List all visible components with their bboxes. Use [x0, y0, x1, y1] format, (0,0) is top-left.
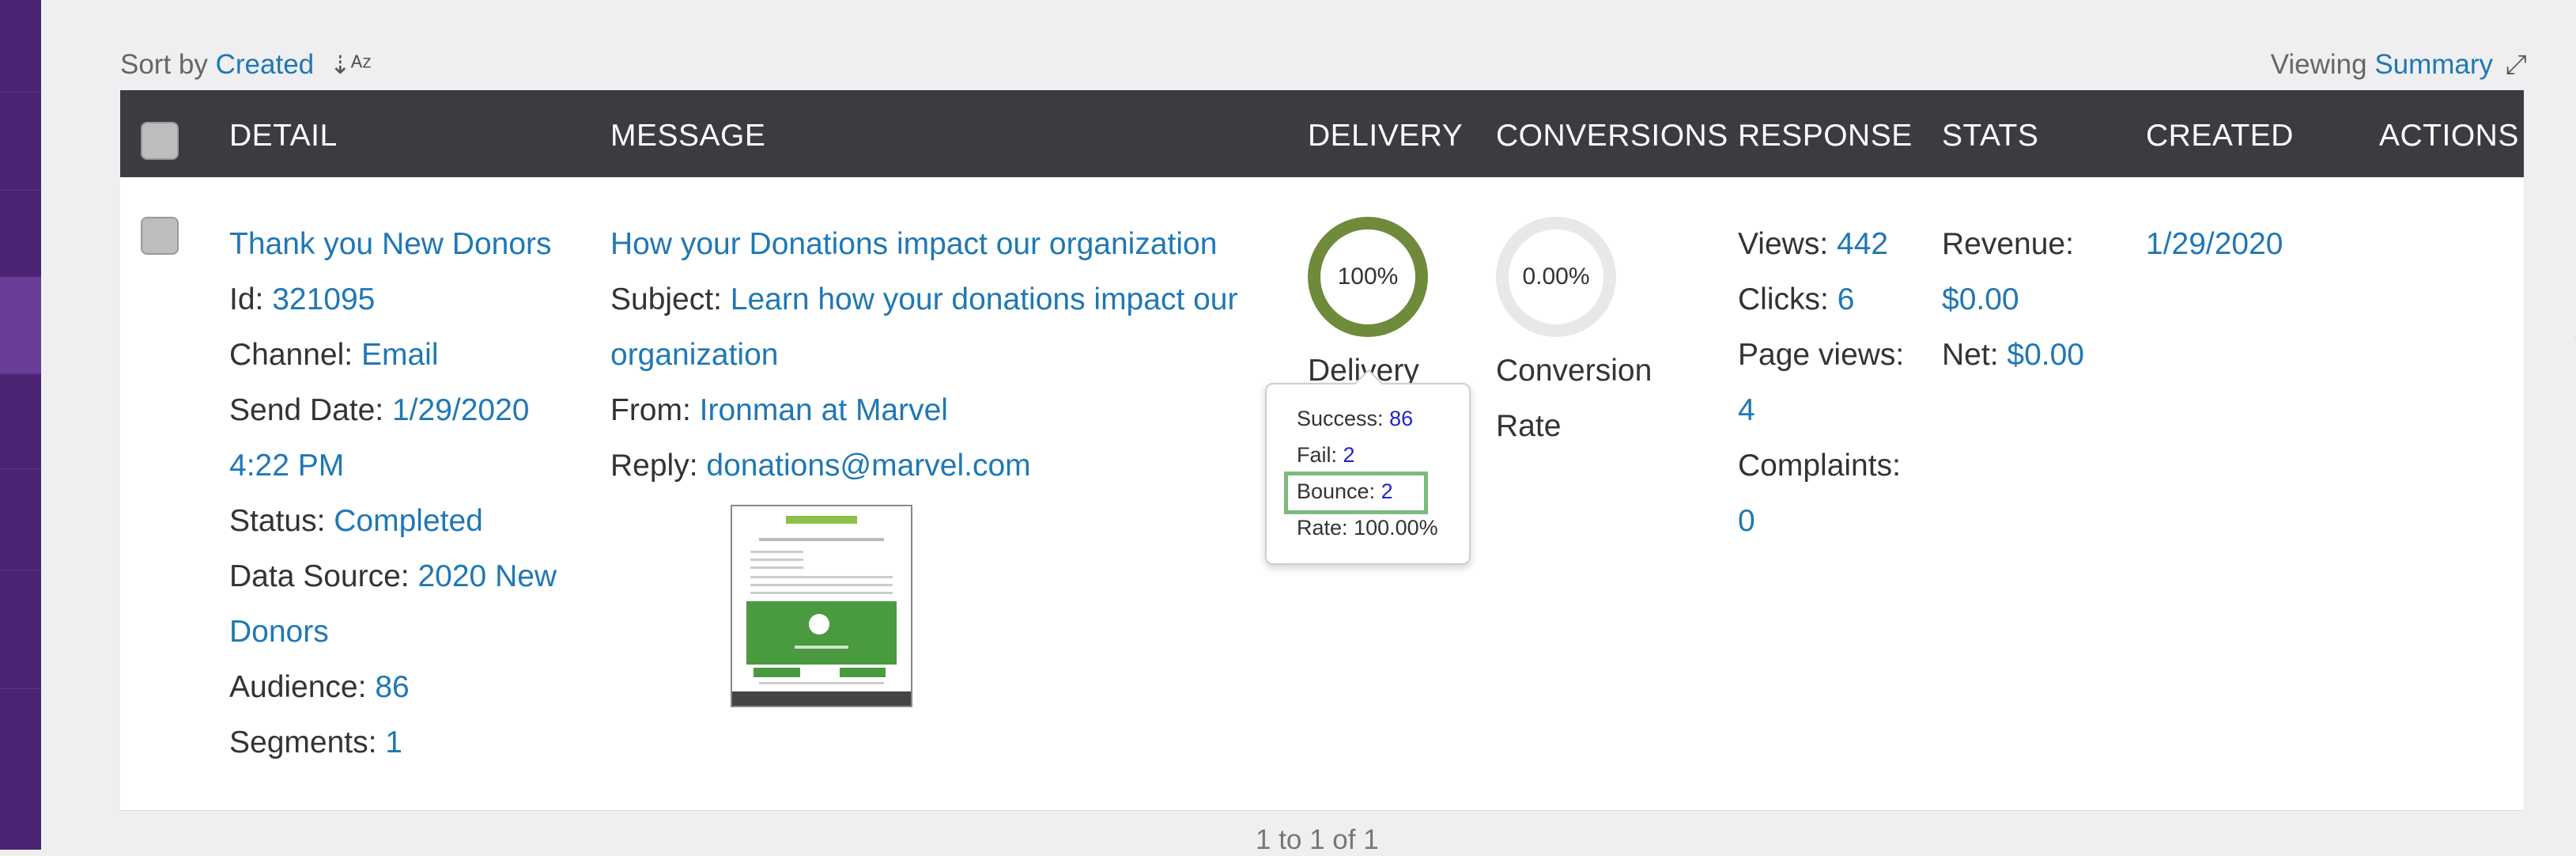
- conversion-caption: Conversion Rate: [1496, 343, 1652, 454]
- response-cell: Views: 442 Clicks: 6 Page views: 4 Compl…: [1738, 217, 1904, 549]
- status-value[interactable]: Completed: [334, 504, 483, 538]
- message-cell: How your Donations impact our organizati…: [610, 217, 1237, 494]
- send-date-value[interactable]: 1/29/2020: [392, 393, 530, 427]
- complaints-label: Complaints:: [1738, 449, 1901, 483]
- column-header-response[interactable]: RESPONSE: [1738, 119, 1913, 153]
- revenue-label: Revenue:: [1942, 227, 2074, 261]
- segments-label: Segments:: [229, 725, 377, 759]
- reply-value[interactable]: donations@marvel.com: [706, 449, 1030, 483]
- nav-item[interactable]: [0, 92, 41, 191]
- pagination-summary: 1 to 1 of 1: [1256, 824, 1379, 855]
- segments-value[interactable]: 1: [385, 725, 402, 759]
- detail-cell: Thank you New Donors Id: 321095 Channel:…: [229, 217, 557, 771]
- tooltip-fail: Fail: 2: [1297, 443, 1355, 467]
- column-header-message[interactable]: MESSAGE: [610, 119, 765, 153]
- audience-value[interactable]: 86: [375, 670, 409, 704]
- created-date-link[interactable]: 1/29/2020: [2146, 217, 2283, 272]
- data-source-value[interactable]: 2020 New: [417, 559, 557, 593]
- conversion-caption-line2: Rate: [1496, 409, 1562, 443]
- viewing-label: Viewing: [2270, 49, 2367, 80]
- table-header: DETAIL MESSAGE DELIVERY CONVERSIONS RESP…: [120, 90, 2524, 177]
- views-label: Views:: [1738, 227, 1829, 261]
- reply-label: Reply:: [610, 449, 698, 483]
- subject-value[interactable]: Learn how your donations impact our: [731, 282, 1238, 316]
- email-preview-thumbnail[interactable]: [731, 505, 912, 707]
- column-header-conversions[interactable]: CONVERSIONS: [1496, 119, 1728, 153]
- delivery-percent: 100%: [1337, 263, 1399, 290]
- page-views-label: Page views:: [1738, 338, 1905, 372]
- message-title-link[interactable]: How your Donations impact our organizati…: [610, 217, 1237, 272]
- nav-item[interactable]: [0, 190, 41, 278]
- bounce-count: 2: [1381, 479, 1393, 503]
- conversion-rate-ring[interactable]: 0.00%: [1496, 217, 1616, 337]
- expand-icon[interactable]: ⤢: [2506, 50, 2527, 80]
- conversion-caption-line1: Conversion: [1496, 354, 1652, 388]
- data-source-label: Data Source:: [229, 559, 410, 593]
- select-all-checkbox[interactable]: [141, 122, 179, 160]
- send-date-label: Send Date:: [229, 393, 384, 427]
- id-label: Id:: [229, 282, 264, 316]
- status-label: Status:: [229, 504, 326, 538]
- subject-label: Subject:: [610, 282, 722, 316]
- tooltip-success: Success: 86: [1297, 407, 1414, 430]
- revenue-value[interactable]: $0.00: [1942, 272, 2084, 328]
- list-toolbar: Sort by Created ⇣ᴬᶻ Viewing Summary ⤢: [120, 49, 2527, 89]
- sort-label: Sort by: [120, 49, 208, 80]
- column-header-detail[interactable]: DETAIL: [229, 119, 338, 153]
- complaints-value[interactable]: 0: [1738, 494, 1904, 549]
- message-name-link[interactable]: Thank you New Donors: [229, 217, 557, 272]
- rate-value: 100.00%: [1354, 516, 1438, 540]
- sort-field-link[interactable]: Created: [216, 49, 315, 80]
- left-nav-rail: [0, 0, 41, 850]
- views-value[interactable]: 442: [1837, 227, 1888, 261]
- subject-value-cont[interactable]: organization: [610, 328, 1237, 383]
- channel-value[interactable]: Email: [361, 338, 439, 372]
- column-header-delivery[interactable]: DELIVERY: [1308, 119, 1463, 153]
- tooltip-bounce: Bounce: 2: [1297, 479, 1393, 503]
- nav-item[interactable]: [0, 0, 41, 93]
- nav-item[interactable]: [0, 373, 41, 469]
- id-value[interactable]: 321095: [272, 282, 375, 316]
- column-header-stats[interactable]: STATS: [1942, 119, 2038, 153]
- view-mode-control: Viewing Summary ⤢: [2271, 49, 2527, 81]
- fail-count: 2: [1343, 443, 1355, 467]
- sort-desc-icon[interactable]: ⇣ᴬᶻ: [330, 51, 372, 79]
- nav-item-active[interactable]: [0, 277, 41, 374]
- channel-label: Channel:: [229, 338, 353, 372]
- from-value[interactable]: Ironman at Marvel: [700, 393, 948, 427]
- net-value[interactable]: $0.00: [2007, 338, 2084, 372]
- column-header-created[interactable]: CREATED: [2146, 119, 2294, 153]
- column-header-actions: ACTIONS: [2379, 119, 2519, 153]
- audience-label: Audience:: [229, 670, 367, 704]
- delivery-tooltip: Success: 86 Fail: 2 Bounce: 2 Rate: 100.…: [1265, 369, 1471, 565]
- clicks-value[interactable]: 6: [1838, 282, 1855, 316]
- stats-cell: Revenue: $0.00 Net: $0.00: [1942, 217, 2084, 383]
- delivery-rate-ring[interactable]: 100%: [1308, 217, 1428, 337]
- from-label: From:: [610, 393, 691, 427]
- nav-item[interactable]: [0, 468, 41, 570]
- success-count: 86: [1389, 407, 1414, 430]
- send-time-value[interactable]: 4:22 PM: [229, 438, 557, 494]
- net-label: Net:: [1942, 338, 1999, 372]
- messages-table: DETAIL MESSAGE DELIVERY CONVERSIONS RESP…: [120, 90, 2576, 811]
- page-views-value[interactable]: 4: [1738, 383, 1904, 438]
- data-source-value-cont[interactable]: Donors: [229, 604, 557, 660]
- view-mode-link[interactable]: Summary: [2374, 49, 2493, 80]
- sort-control: Sort by Created ⇣ᴬᶻ: [120, 49, 372, 81]
- row-checkbox[interactable]: [141, 217, 179, 255]
- nav-item[interactable]: [0, 570, 41, 689]
- clicks-label: Clicks:: [1738, 282, 1829, 316]
- conversion-percent: 0.00%: [1522, 263, 1590, 290]
- tooltip-rate: Rate: 100.00%: [1297, 516, 1438, 540]
